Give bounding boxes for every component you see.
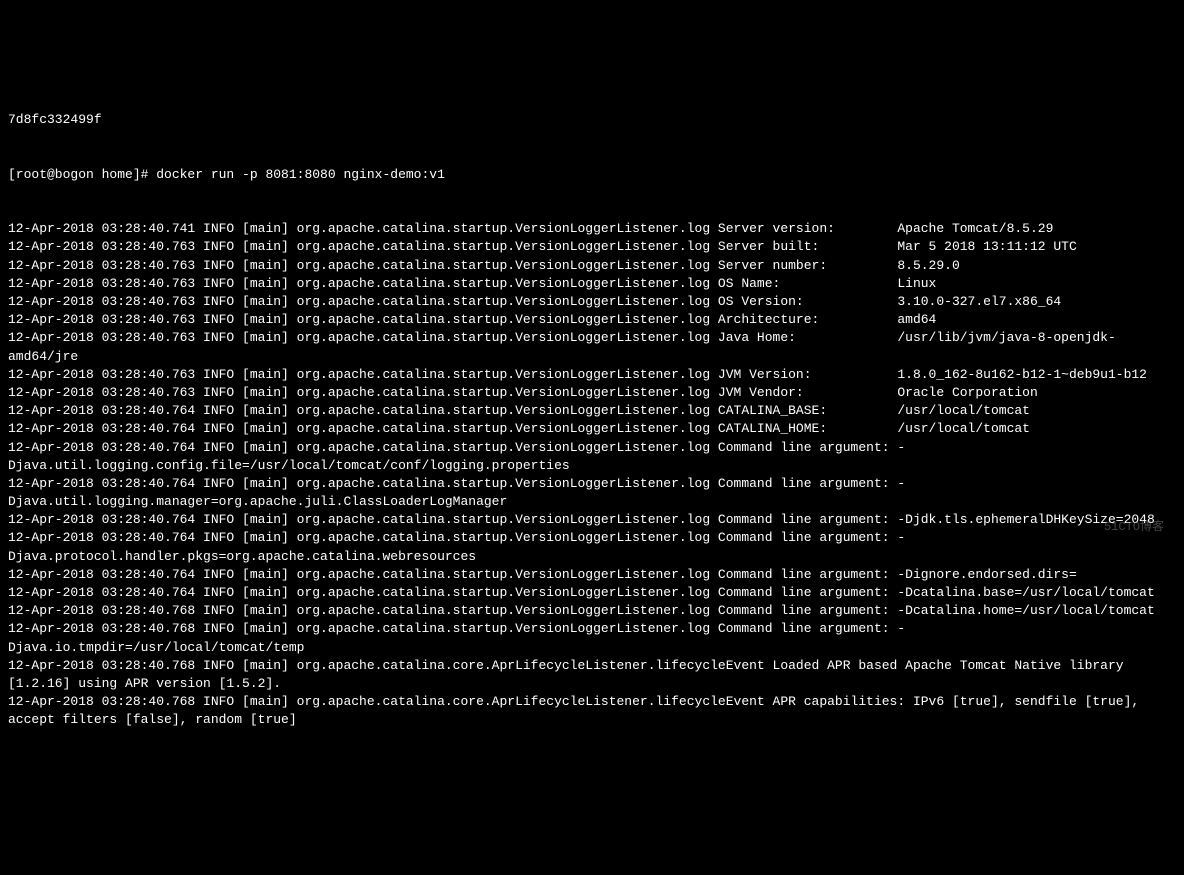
log-line: 12-Apr-2018 03:28:40.763 INFO [main] org… [8, 238, 1176, 256]
log-line: 12-Apr-2018 03:28:40.764 INFO [main] org… [8, 439, 1176, 475]
log-line: 12-Apr-2018 03:28:40.764 INFO [main] org… [8, 475, 1176, 511]
command-prompt-line: [root@bogon home]# docker run -p 8081:80… [8, 166, 1176, 184]
log-line: 12-Apr-2018 03:28:40.741 INFO [main] org… [8, 220, 1176, 238]
watermark-text: 51CTO博客 [1104, 519, 1164, 536]
log-output: 12-Apr-2018 03:28:40.741 INFO [main] org… [8, 220, 1176, 729]
log-line: 12-Apr-2018 03:28:40.763 INFO [main] org… [8, 366, 1176, 384]
log-line: 12-Apr-2018 03:28:40.764 INFO [main] org… [8, 584, 1176, 602]
log-line: 12-Apr-2018 03:28:40.768 INFO [main] org… [8, 657, 1176, 693]
log-line: 12-Apr-2018 03:28:40.768 INFO [main] org… [8, 602, 1176, 620]
log-line: 12-Apr-2018 03:28:40.764 INFO [main] org… [8, 511, 1176, 529]
log-line: 12-Apr-2018 03:28:40.763 INFO [main] org… [8, 257, 1176, 275]
log-line: 12-Apr-2018 03:28:40.764 INFO [main] org… [8, 529, 1176, 565]
hash-line: 7d8fc332499f [8, 111, 1176, 129]
terminal-output[interactable]: 7d8fc332499f [root@bogon home]# docker r… [8, 75, 1176, 748]
log-line: 12-Apr-2018 03:28:40.764 INFO [main] org… [8, 566, 1176, 584]
log-line: 12-Apr-2018 03:28:40.763 INFO [main] org… [8, 293, 1176, 311]
log-line: 12-Apr-2018 03:28:40.763 INFO [main] org… [8, 329, 1176, 365]
log-line: 12-Apr-2018 03:28:40.768 INFO [main] org… [8, 693, 1176, 729]
log-line: 12-Apr-2018 03:28:40.764 INFO [main] org… [8, 420, 1176, 438]
log-line: 12-Apr-2018 03:28:40.763 INFO [main] org… [8, 311, 1176, 329]
log-line: 12-Apr-2018 03:28:40.768 INFO [main] org… [8, 620, 1176, 656]
log-line: 12-Apr-2018 03:28:40.763 INFO [main] org… [8, 384, 1176, 402]
log-line: 12-Apr-2018 03:28:40.764 INFO [main] org… [8, 402, 1176, 420]
log-line: 12-Apr-2018 03:28:40.763 INFO [main] org… [8, 275, 1176, 293]
